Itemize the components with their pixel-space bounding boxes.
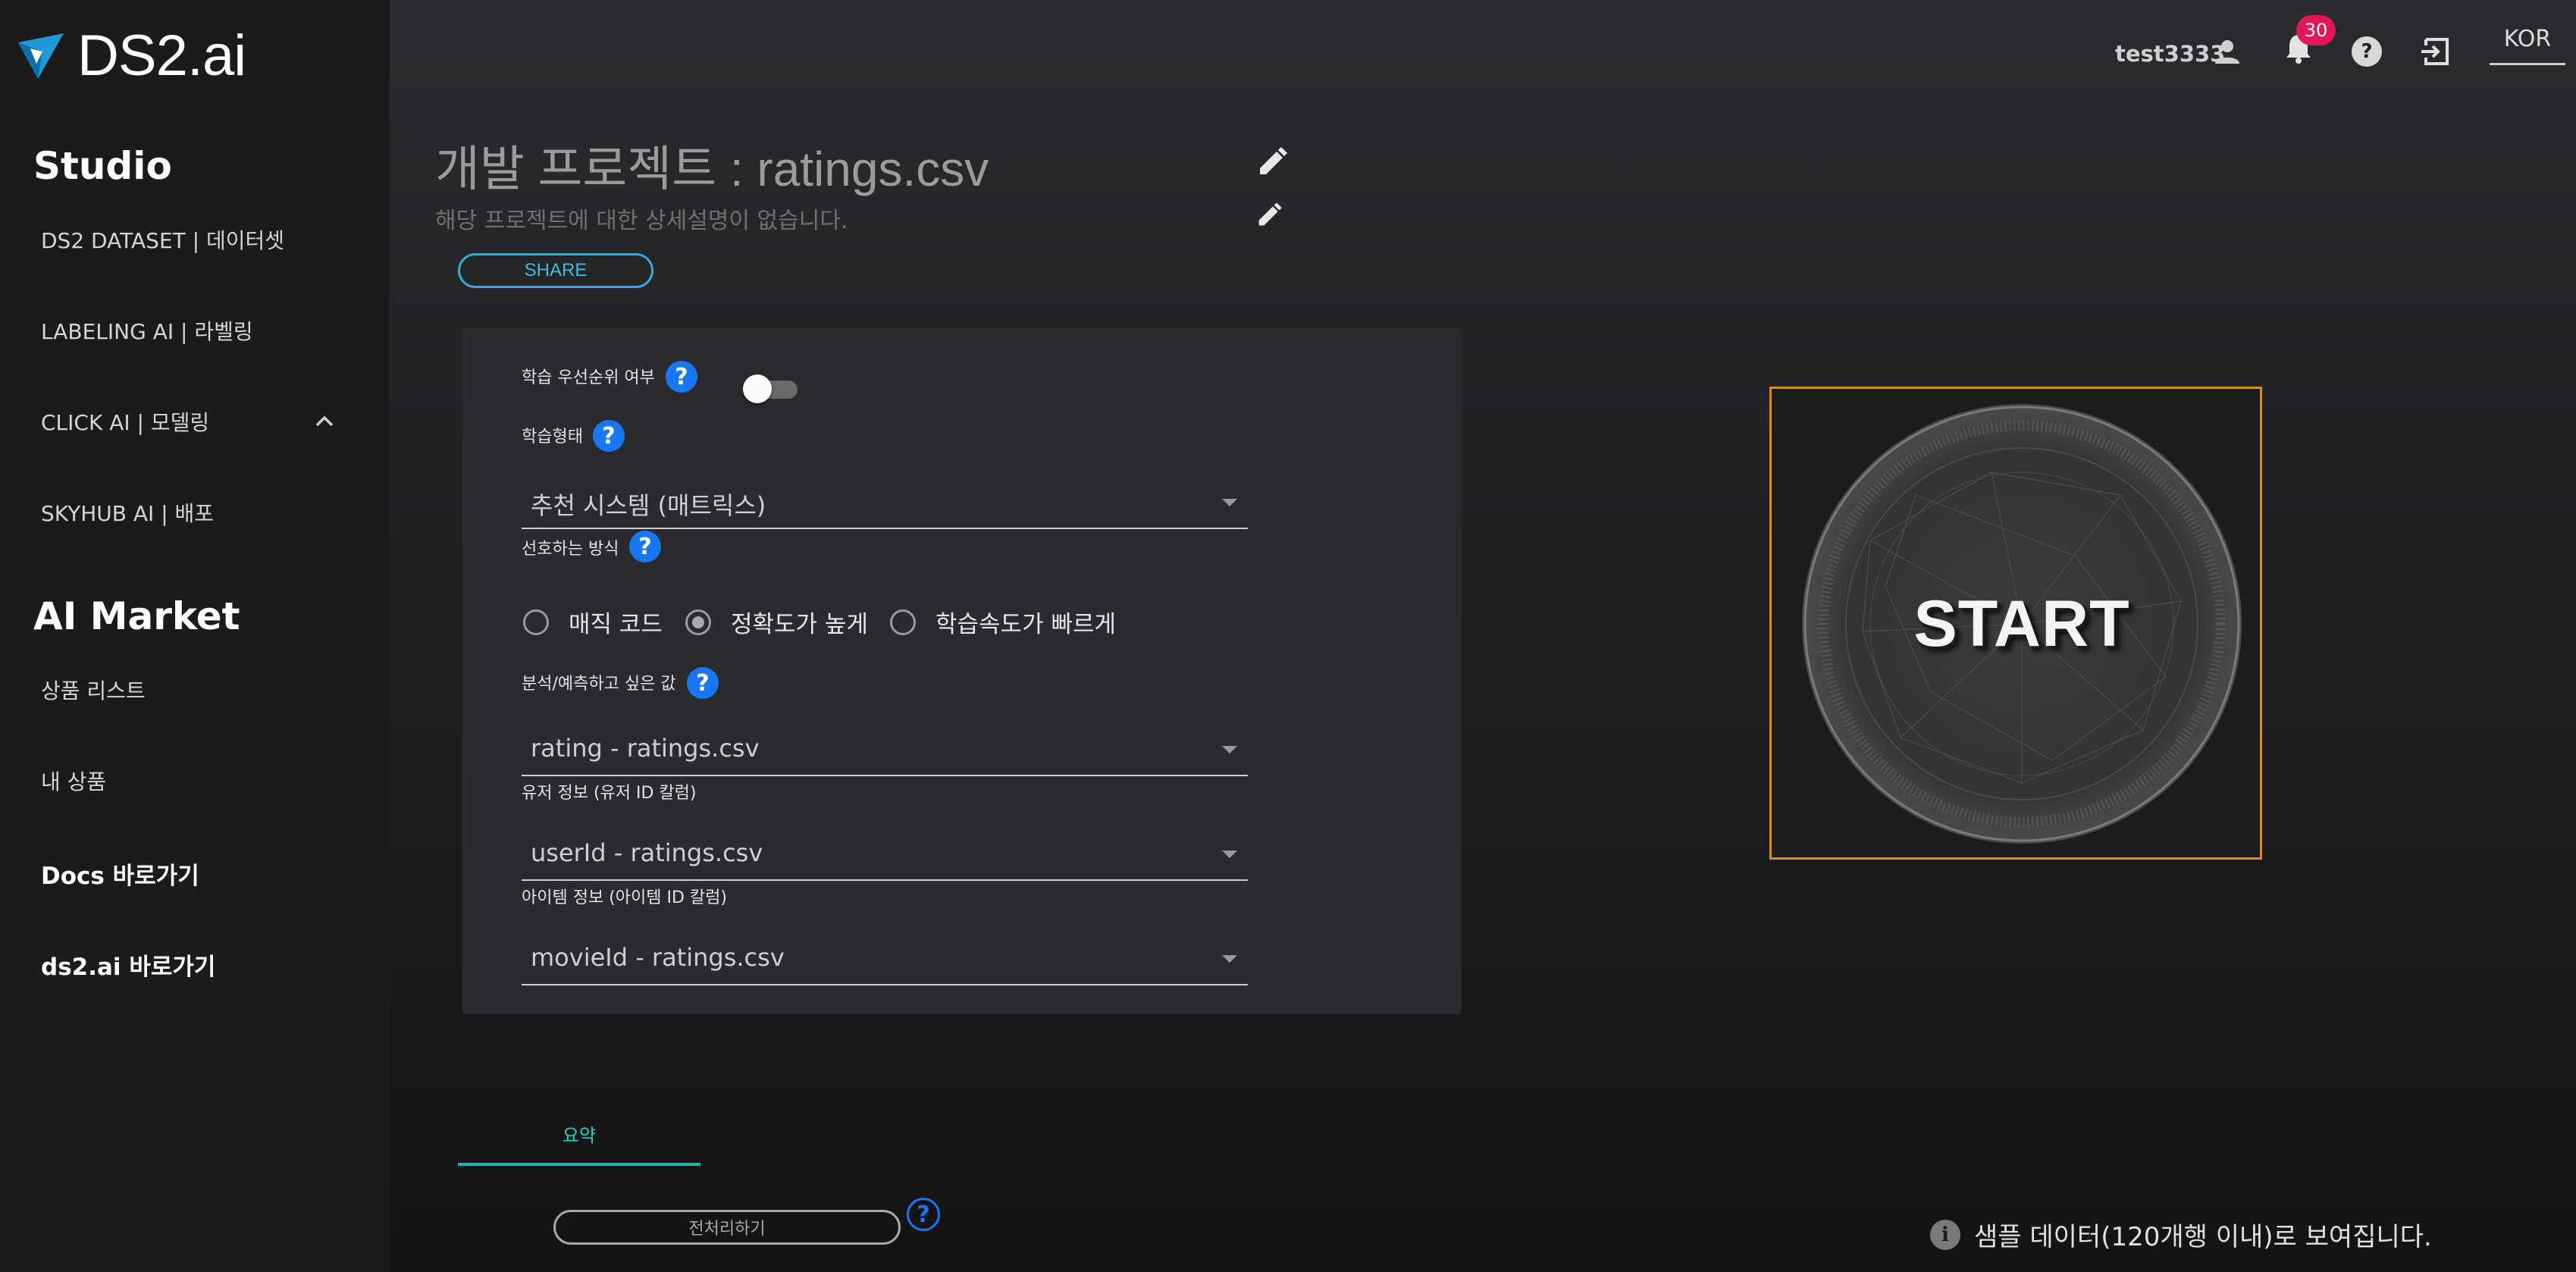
sidebar-item-click-ai[interactable]: CLICK AI | 모델링	[41, 406, 209, 437]
radio-label: 매직 코드	[569, 611, 663, 638]
sidebar-item-my-products[interactable]: 내 상품	[41, 766, 106, 796]
svg-text:?: ?	[2361, 40, 2372, 63]
user-column-select[interactable]: userId - ratings.csv	[522, 831, 1248, 881]
radio-ring	[890, 609, 916, 635]
toggle-knob	[743, 374, 772, 403]
priority-help-icon[interactable]: ?	[666, 361, 697, 393]
chevron-up-icon[interactable]	[311, 408, 338, 435]
radio-ring-selected	[685, 609, 711, 635]
edit-description-icon[interactable]	[1254, 200, 1284, 230]
radio-ring	[523, 609, 549, 635]
method-help-icon[interactable]: ?	[629, 531, 661, 562]
train-type-value: 추천 시스템 (매트릭스)	[531, 491, 766, 520]
preprocess-button[interactable]: 전처리하기	[553, 1210, 901, 1245]
sidebar-item-labeling-ai[interactable]: LABELING AI | 라벨링	[41, 315, 253, 346]
preprocess-help-icon[interactable]: ?	[907, 1198, 940, 1231]
start-button[interactable]: START	[1802, 404, 2242, 844]
tab-summary[interactable]: 요약	[458, 1116, 700, 1166]
sample-note-text: 샘플 데이터(120개행 이내)로 보여집니다.	[1974, 1222, 2432, 1252]
share-button[interactable]: SHARE	[458, 253, 653, 288]
priority-label: 학습 우선순위 여부	[522, 368, 655, 387]
target-select[interactable]: rating - ratings.csv	[522, 726, 1248, 776]
user-column-value: userId - ratings.csv	[531, 838, 763, 867]
start-label: START	[1913, 587, 2130, 660]
ds2-logo-icon	[18, 33, 64, 79]
help-icon[interactable]: ?	[2349, 33, 2385, 70]
info-icon: i	[1930, 1219, 1960, 1250]
train-type-help-icon[interactable]: ?	[593, 420, 625, 452]
person-icon[interactable]	[2209, 33, 2245, 70]
notification-badge: 30	[2296, 15, 2336, 45]
train-type-select[interactable]: 추천 시스템 (매트릭스)	[522, 479, 1248, 529]
train-type-label: 학습형태	[522, 428, 583, 446]
target-value: rating - ratings.csv	[531, 734, 760, 763]
item-column-select[interactable]: movieId - ratings.csv	[522, 935, 1248, 985]
radio-fast-training[interactable]: 학습속도가 빠르게	[890, 605, 1116, 639]
sidebar-item-ds2-dataset[interactable]: DS2 DATASET | 데이터셋	[41, 224, 284, 255]
radio-high-accuracy[interactable]: 정확도가 높게	[685, 605, 868, 639]
sidebar-link-ds2ai[interactable]: ds2.ai 바로가기	[41, 948, 215, 982]
radio-label: 학습속도가 빠르게	[935, 611, 1117, 638]
item-column-value: movieId - ratings.csv	[531, 943, 785, 972]
dropdown-arrow-icon	[1222, 746, 1237, 753]
target-label: 분석/예측하고 싶은 값	[522, 675, 676, 694]
sidebar-item-product-list[interactable]: 상품 리스트	[41, 675, 146, 705]
sidebar-link-docs[interactable]: Docs 바로가기	[41, 857, 199, 891]
priority-toggle[interactable]	[743, 370, 802, 408]
radio-label: 정확도가 높게	[731, 611, 868, 638]
sample-data-note: i 샘플 데이터(120개행 이내)로 보여집니다.	[1930, 1216, 2432, 1253]
target-help-icon[interactable]: ?	[687, 667, 719, 699]
edit-title-icon[interactable]	[1254, 144, 1290, 180]
dropdown-arrow-icon	[1222, 499, 1237, 506]
dropdown-arrow-icon	[1222, 955, 1237, 963]
user-column-label: 유저 정보 (유저 ID 칼럼)	[522, 784, 697, 803]
ai-market-title: AI Market	[33, 594, 240, 638]
radio-magic-code[interactable]: 매직 코드	[523, 605, 663, 639]
sidebar-item-skyhub-ai[interactable]: SKYHUB AI | 배포	[41, 497, 214, 528]
dropdown-arrow-icon	[1222, 851, 1237, 858]
logout-icon[interactable]	[2418, 33, 2455, 70]
start-container: START	[1769, 387, 2262, 860]
project-description: 해당 프로젝트에 대한 상세설명이 없습니다.	[435, 208, 848, 234]
method-label: 선호하는 방식	[522, 540, 619, 559]
language-selector[interactable]: KOR	[2490, 26, 2565, 65]
logo[interactable]: DS2.ai	[15, 21, 246, 89]
project-title: 개발 프로젝트 : ratings.csv	[435, 142, 989, 196]
sidebar: DS2.ai Studio DS2 DATASET | 데이터셋 LABELIN…	[0, 0, 390, 1272]
item-column-label: 아이템 정보 (아이템 ID 칼럼)	[522, 888, 727, 907]
brand-name: DS2.ai	[77, 23, 246, 88]
studio-title: Studio	[33, 144, 172, 188]
